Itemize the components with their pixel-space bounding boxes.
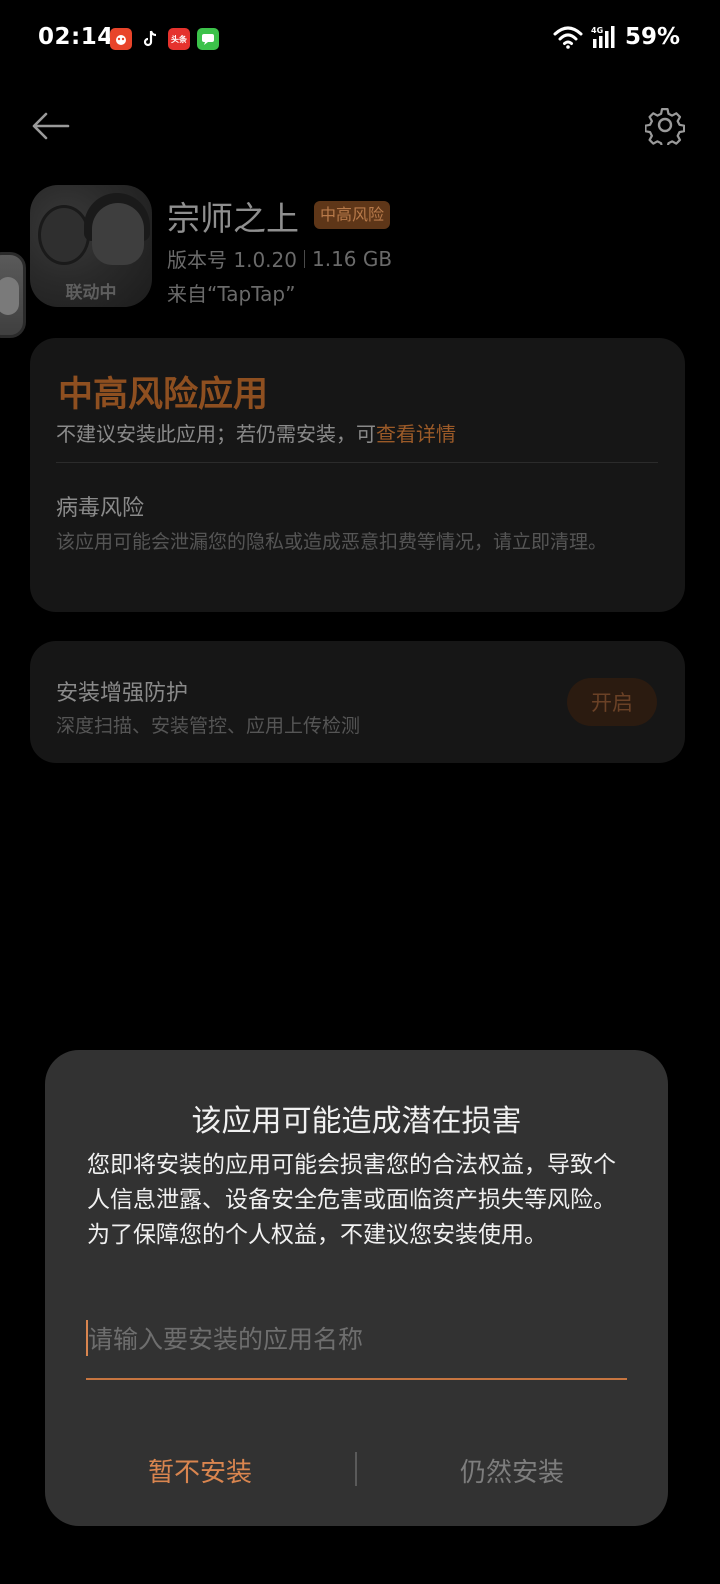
input-underline [86, 1378, 627, 1380]
toutiao-app-icon: 头条 [168, 28, 190, 50]
button-divider [355, 1452, 357, 1486]
risk-description: 不建议安装此应用；若仍需安装，可查看详情 [56, 418, 456, 447]
app-icon: 联动中 [30, 185, 152, 307]
dialog-actions: 暂不安装 仍然安装 [45, 1440, 668, 1500]
gear-icon [645, 108, 685, 145]
risk-card: 中高风险应用 不建议安装此应用；若仍需安装，可查看详情 病毒风险 该应用可能会泄… [30, 338, 685, 612]
dialog-body-line-2: 为了保障您的个人权益，不建议您安装使用。 [87, 1222, 547, 1248]
svg-text:4G: 4G [591, 26, 603, 35]
floating-assistant-ball[interactable] [0, 252, 26, 338]
status-right: 4G 59% [553, 24, 680, 50]
protection-card: 安装增强防护 深度扫描、安装管控、应用上传检测 开启 [30, 641, 685, 763]
divider [56, 462, 658, 463]
protection-description: 深度扫描、安装管控、应用上传检测 [56, 715, 361, 737]
risk-title: 中高风险应用 [58, 375, 269, 415]
taobao-app-icon [110, 28, 132, 50]
virus-risk-title: 病毒风险 [56, 496, 145, 521]
settings-button[interactable] [642, 102, 688, 148]
tiktok-app-icon [139, 28, 161, 50]
virus-risk-description: 该应用可能会泄漏您的隐私或造成恶意扣费等情况，请立即清理。 [56, 531, 608, 553]
battery-level: 59% [624, 24, 680, 50]
protection-title: 安装增强防护 [56, 681, 189, 706]
back-button[interactable] [28, 104, 72, 148]
app-name: 宗师之上 [167, 199, 299, 238]
app-icon-label: 联动中 [65, 283, 117, 303]
signal-4g-icon: 4G [591, 26, 615, 48]
app-version-size: 版本号 1.0.20 1.16 GB [167, 244, 392, 273]
text-caret [86, 1320, 88, 1356]
message-app-icon [197, 28, 219, 50]
dialog-body-line-1: 您即将安装的应用可能会损害您的合法权益，导致个人信息泄露、设备安全危害或面临资产… [87, 1152, 616, 1213]
dialog-body: 您即将安装的应用可能会损害您的合法权益，导致个人信息泄露、设备安全危害或面临资产… [87, 1148, 632, 1253]
enable-protection-button[interactable]: 开启 [567, 678, 657, 726]
notification-icons: 头条 [110, 28, 219, 50]
toutiao-label: 头条 [171, 34, 187, 44]
harm-warning-dialog: 该应用可能造成潜在损害 您即将安装的应用可能会损害您的合法权益，导致个人信息泄露… [45, 1050, 668, 1526]
app-name-input[interactable] [86, 1318, 627, 1360]
app-source: 来自“TapTap” [167, 282, 296, 306]
view-details-link[interactable]: 查看详情 [376, 422, 456, 446]
arrow-left-icon [32, 112, 70, 140]
risk-badge: 中高风险 [314, 201, 391, 229]
dialog-title: 该应用可能造成潜在损害 [191, 1104, 522, 1139]
status-time: 02:14 [38, 24, 114, 50]
risk-desc-text: 不建议安装此应用；若仍需安装，可 [56, 422, 376, 446]
cancel-install-button[interactable]: 暂不安装 [105, 1440, 295, 1500]
wifi-icon [553, 26, 583, 49]
app-size: 1.16 GB [311, 246, 393, 271]
separator [303, 249, 305, 268]
app-version: 版本号 1.0.20 [167, 248, 297, 272]
status-bar: 02:14 头条 4G 59% [0, 0, 720, 80]
install-anyway-button[interactable]: 仍然安装 [417, 1440, 607, 1500]
